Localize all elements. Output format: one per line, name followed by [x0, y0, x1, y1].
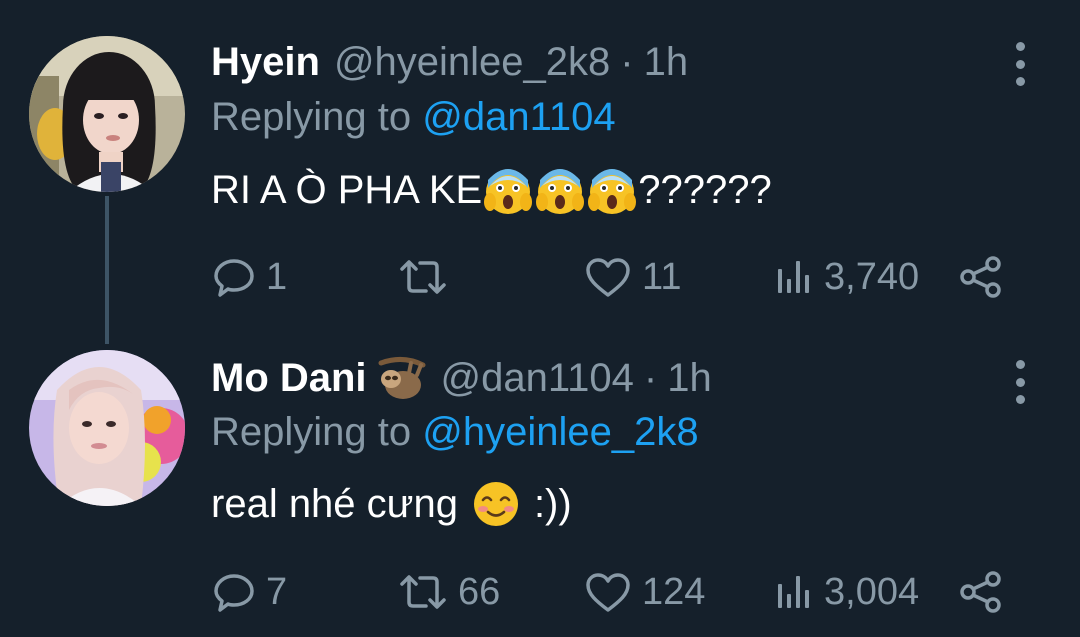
views-button[interactable]: 3,740 [774, 252, 919, 302]
like-count: 11 [642, 255, 682, 298]
like-icon [586, 573, 630, 612]
retweet-icon [400, 575, 446, 609]
timestamp[interactable]: 1h [667, 356, 712, 401]
like-icon [586, 258, 630, 297]
reply-button[interactable]: 1 [212, 252, 287, 302]
timestamp[interactable]: 1h [644, 40, 689, 85]
reply-button[interactable]: 7 [212, 567, 287, 617]
like-button[interactable]: 124 [584, 567, 705, 617]
share-icon [960, 256, 1001, 298]
retweet-count: 66 [458, 570, 501, 613]
separator: · [620, 39, 634, 84]
tweet-header: Hyein @hyeinlee_2k8 · 1h [211, 36, 688, 88]
separator: · [643, 355, 658, 400]
views-icon [778, 261, 809, 293]
reply-count: 1 [266, 255, 288, 298]
reply-count: 7 [266, 570, 288, 613]
display-name[interactable]: Mo Dani [211, 356, 367, 401]
replying-to-mention[interactable]: @dan1104 [422, 95, 615, 139]
tweet-actions: 7 66 124 3,004 [212, 567, 1012, 617]
sloth-emoji-icon [377, 355, 427, 401]
handle[interactable]: @hyeinlee_2k8 [334, 40, 610, 85]
views-button[interactable]: 3,004 [774, 567, 919, 617]
views-count: 3,004 [824, 570, 920, 613]
tweet-text-tail: :)) [533, 481, 572, 526]
tweet[interactable]: Hyein @hyeinlee_2k8 · 1h Replying to @da… [0, 0, 1080, 320]
avatar[interactable] [29, 350, 185, 506]
replying-to-prefix: Replying to [211, 95, 423, 139]
tweet-text-tail: ?????? [638, 167, 772, 212]
retweet-icon [400, 260, 446, 294]
replying-to-mention[interactable]: @hyeinlee_2k8 [422, 410, 698, 454]
tweet-text-main: real nhé cưng [211, 481, 458, 526]
face-screaming-in-fear-emoji-icon [588, 169, 637, 214]
tweet-text: real nhé cưng :)) [211, 478, 572, 530]
avatar[interactable] [29, 36, 185, 192]
reply-thread: Hyein @hyeinlee_2k8 · 1h Replying to @da… [0, 0, 1080, 637]
retweet-button[interactable] [398, 252, 458, 302]
tweet-actions: 1 11 3,740 [212, 252, 1012, 302]
handle[interactable]: @dan1104 [441, 356, 634, 401]
display-name[interactable]: Hyein [211, 40, 320, 85]
tweet-text-main: RI A Ò PHA KE [211, 167, 483, 212]
smiling-face-emoji-icon [473, 482, 518, 526]
like-count: 124 [642, 570, 706, 613]
face-screaming-in-fear-emoji-icon [536, 169, 585, 214]
like-button[interactable]: 11 [584, 252, 681, 302]
reply-icon [214, 574, 254, 612]
replying-to-prefix: Replying to [211, 410, 423, 454]
tweet-text: RI A Ò PHA KE ?????? [211, 164, 772, 216]
retweet-button[interactable]: 66 [398, 567, 500, 617]
replying-to: Replying to @hyeinlee_2k8 [211, 410, 699, 455]
views-icon [778, 576, 809, 608]
more-icon[interactable] [1008, 360, 1032, 404]
face-screaming-in-fear-emoji-icon [484, 169, 533, 214]
tweet-header: Mo Dani @dan1104 · 1h [211, 352, 712, 404]
reply-icon [214, 259, 254, 297]
more-icon[interactable] [1008, 42, 1032, 86]
share-button[interactable] [958, 567, 1004, 617]
share-button[interactable] [958, 252, 1004, 302]
tweet[interactable]: Mo Dani @dan1104 · 1h Replying to @hyein… [0, 320, 1080, 637]
replying-to: Replying to @dan1104 [211, 95, 616, 140]
share-icon [960, 571, 1001, 613]
views-count: 3,740 [824, 255, 920, 298]
